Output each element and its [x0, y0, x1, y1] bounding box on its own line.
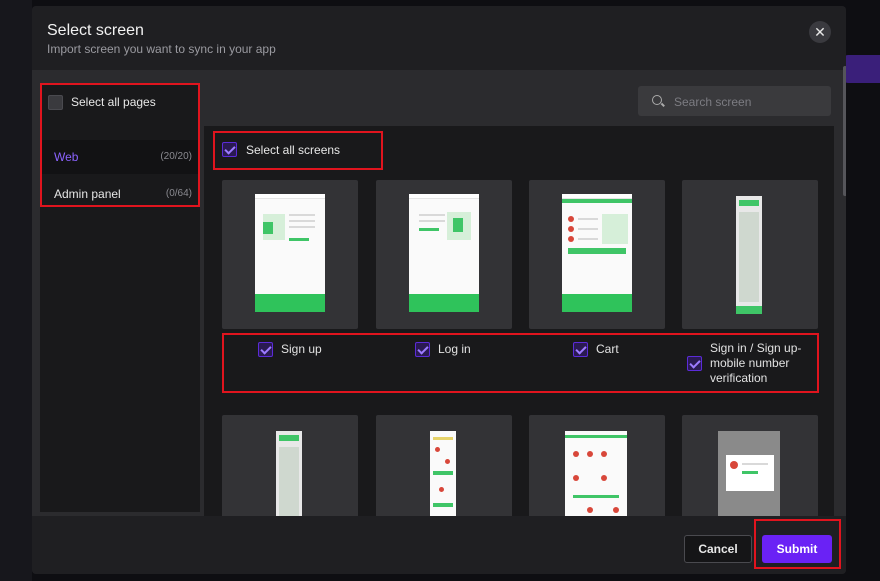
screen-card[interactable] — [529, 415, 665, 516]
select-all-screens-checkbox[interactable] — [222, 142, 237, 157]
screen-checkbox-log-in[interactable] — [415, 342, 430, 357]
dialog-body: Select all pages Web (20/20) Admin panel… — [32, 70, 846, 516]
select-all-pages[interactable]: Select all pages — [40, 84, 200, 122]
screen-label-sign-up: Sign up — [281, 342, 322, 356]
screen-thumbnail — [718, 431, 780, 516]
screens-panel: Select all screens Sign up Log in Cart S… — [204, 126, 834, 516]
screen-card-sign-up[interactable] — [222, 180, 358, 329]
select-screen-dialog: Select screen Import screen you want to … — [32, 6, 846, 574]
screen-label-mobile-verification: Sign in / Sign up- mobile number verific… — [710, 341, 802, 385]
page-item-name: Admin panel — [54, 187, 121, 201]
background-app — [0, 0, 32, 581]
screen-card[interactable] — [682, 415, 818, 516]
screen-thumbnail — [565, 431, 627, 516]
screen-thumbnail — [562, 194, 632, 312]
screen-card[interactable] — [222, 415, 358, 516]
dialog-header: Select screen Import screen you want to … — [32, 6, 846, 70]
screen-card-log-in[interactable] — [376, 180, 512, 329]
screen-checkbox-sign-up[interactable] — [258, 342, 273, 357]
page-item-name: Web — [54, 150, 79, 164]
page-item-count: (20/20) — [160, 151, 192, 162]
background-accent — [844, 55, 880, 83]
search-box — [638, 86, 831, 118]
cancel-button[interactable]: Cancel — [684, 535, 752, 563]
dialog-subtitle: Import screen you want to sync in your a… — [47, 42, 276, 56]
search-icon — [652, 95, 662, 105]
dialog-title: Select screen — [47, 22, 144, 39]
screen-thumbnail — [255, 194, 325, 312]
screen-checkbox-cart[interactable] — [573, 342, 588, 357]
screen-card[interactable] — [376, 415, 512, 516]
page-item-count: (0/64) — [165, 188, 192, 199]
screen-card-mobile-verification[interactable] — [682, 180, 818, 329]
screen-thumbnail — [736, 196, 762, 314]
screen-card-cart[interactable] — [529, 180, 665, 329]
close-icon[interactable]: ✕ — [809, 21, 831, 43]
page-item-web[interactable]: Web (20/20) — [40, 140, 200, 174]
select-all-screens[interactable]: Select all screens — [222, 140, 382, 160]
screens-scrollbar[interactable] — [843, 66, 846, 196]
search-input[interactable] — [672, 86, 826, 118]
screen-thumbnail — [276, 431, 302, 516]
select-all-pages-checkbox[interactable] — [48, 95, 63, 110]
select-all-screens-label: Select all screens — [246, 143, 341, 157]
screen-label-log-in: Log in — [438, 342, 471, 356]
screen-label-cart: Cart — [596, 342, 619, 356]
dialog-footer: Cancel Submit — [32, 516, 846, 574]
screen-thumbnail — [409, 194, 479, 312]
page-item-admin-panel[interactable]: Admin panel (0/64) — [40, 177, 200, 211]
screen-thumbnail — [430, 431, 456, 516]
screen-checkbox-mobile-verification[interactable] — [687, 356, 702, 371]
select-all-pages-label: Select all pages — [71, 95, 156, 109]
submit-button[interactable]: Submit — [762, 535, 832, 563]
pages-panel: Select all pages Web (20/20) Admin panel… — [40, 84, 200, 512]
